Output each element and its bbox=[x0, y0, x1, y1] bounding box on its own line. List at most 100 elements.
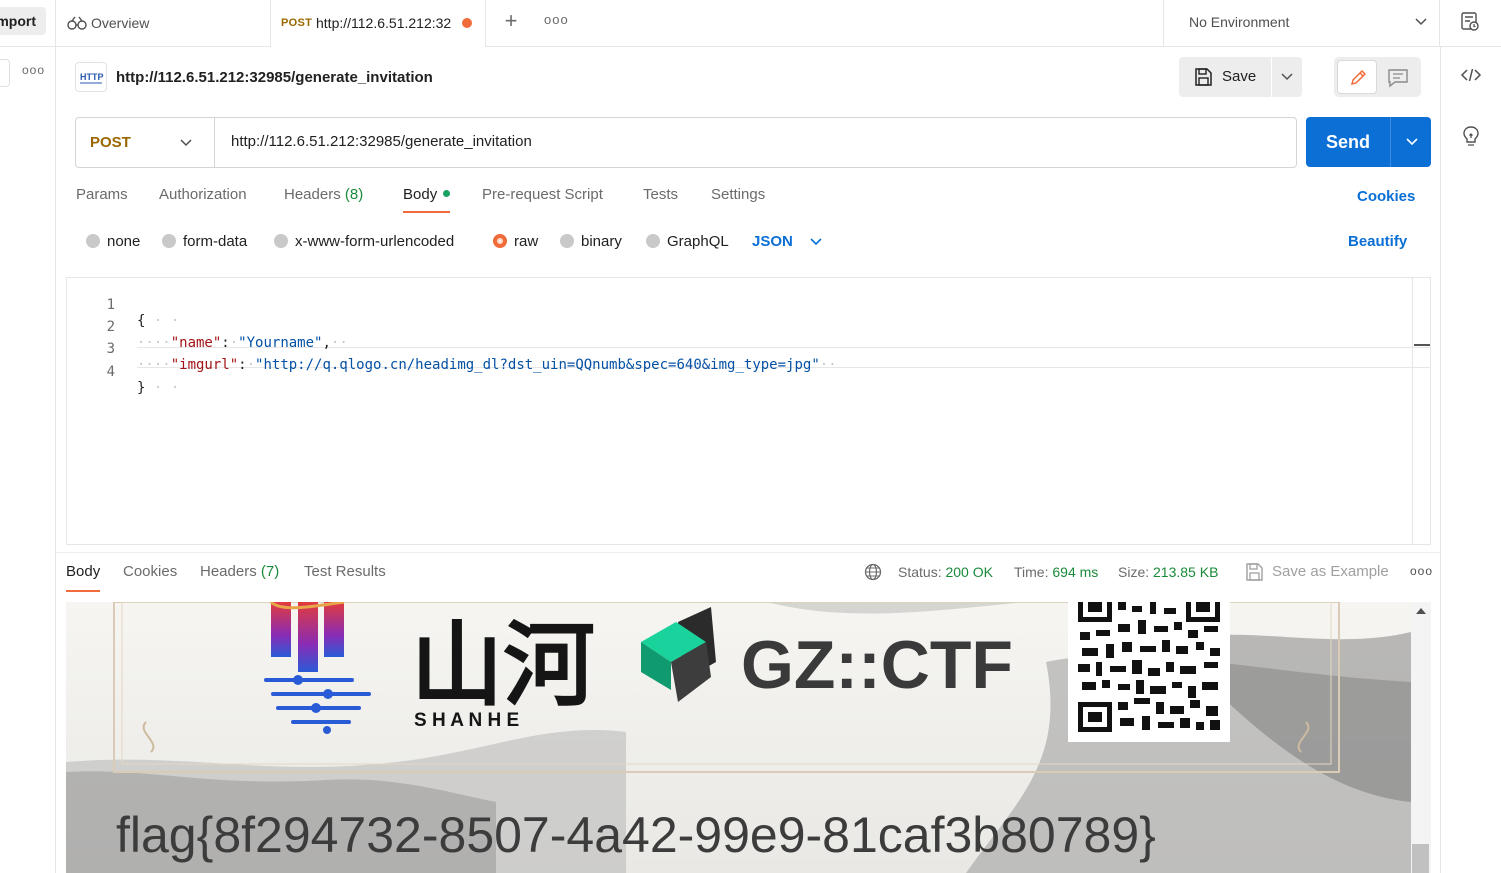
code-value-name: "Yourname" bbox=[238, 335, 323, 351]
radio-raw-label: raw bbox=[514, 233, 539, 250]
more-icon[interactable]: ooo bbox=[22, 63, 45, 77]
shanhe-chinese-text: 山河 bbox=[411, 612, 595, 719]
url-input[interactable]: http://112.6.51.212:32985/generate_invit… bbox=[231, 133, 532, 150]
http-icon: HTTP bbox=[75, 62, 107, 92]
line-number: 4 bbox=[106, 364, 115, 380]
response-time: Time: 694 ms bbox=[1014, 564, 1098, 580]
chevron-down-icon[interactable] bbox=[810, 237, 822, 247]
response-scrollbar[interactable] bbox=[1411, 602, 1431, 873]
comment-icon[interactable] bbox=[1387, 68, 1409, 88]
tab-headers[interactable]: Headers (8) bbox=[284, 186, 363, 203]
response-status: Status: 200 OK bbox=[898, 564, 993, 580]
unsaved-dot-icon bbox=[462, 18, 472, 28]
body-indicator-dot-icon bbox=[443, 190, 451, 197]
environment-select[interactable]: No Environment bbox=[1163, 0, 1440, 47]
globe-icon[interactable] bbox=[864, 563, 882, 581]
editor-scrollbar[interactable] bbox=[1412, 278, 1431, 544]
save-options-dropdown[interactable] bbox=[1272, 57, 1302, 97]
scroll-up-arrow-icon[interactable] bbox=[1416, 608, 1426, 614]
scroll-thumb[interactable] bbox=[1412, 844, 1429, 873]
tab-overview[interactable]: Overview bbox=[55, 0, 271, 47]
url-bar: POST http://112.6.51.212:32985/generate_… bbox=[75, 117, 1297, 168]
save-button[interactable]: Save bbox=[1179, 57, 1271, 97]
more-icon[interactable]: ooo bbox=[544, 12, 569, 27]
svg-text:HTTP: HTTP bbox=[80, 72, 104, 82]
response-size: Size: 213.85 KB bbox=[1118, 564, 1218, 580]
resp-tab-body[interactable]: Body bbox=[66, 563, 101, 592]
more-icon[interactable]: ooo bbox=[1410, 564, 1433, 578]
gzctf-brand-text: GZ::CTF bbox=[741, 627, 1013, 703]
import-button[interactable]: mport bbox=[0, 7, 46, 35]
radio-circle bbox=[560, 234, 574, 248]
environment-icon[interactable] bbox=[1460, 11, 1480, 33]
radio-binary-label: binary bbox=[581, 233, 622, 250]
radio-urlencoded-label: x-www-form-urlencoded bbox=[295, 233, 455, 250]
request-title[interactable]: http://112.6.51.212:32985/generate_invit… bbox=[116, 69, 433, 86]
code-line: 3 ····"imgurl":·"http://q.qlogo.cn/headi… bbox=[67, 325, 837, 373]
tab-request-active[interactable]: POST http://112.6.51.212:32 bbox=[271, 0, 486, 47]
code-icon[interactable] bbox=[1460, 67, 1482, 83]
save-label: Save bbox=[1222, 68, 1257, 85]
left-sidebar: ooo bbox=[0, 47, 56, 873]
radio-circle bbox=[86, 234, 100, 248]
status-value: 200 OK bbox=[945, 564, 993, 580]
resp-tab-headers[interactable]: Headers (7) bbox=[200, 563, 279, 580]
resp-tab-cookies[interactable]: Cookies bbox=[123, 563, 177, 580]
radio-circle-checked bbox=[493, 234, 507, 248]
tab-pre-request-script[interactable]: Pre-request Script bbox=[482, 186, 603, 203]
tab-headers-count: (8) bbox=[344, 186, 364, 203]
response-divider[interactable] bbox=[56, 552, 1440, 553]
method-select[interactable]: POST bbox=[76, 118, 215, 167]
radio-circle bbox=[274, 234, 288, 248]
tab-settings[interactable]: Settings bbox=[711, 186, 765, 203]
code-line: 4 } · · bbox=[67, 348, 180, 396]
right-sidebar bbox=[1440, 47, 1501, 873]
chevron-down-icon bbox=[1415, 18, 1427, 26]
resp-tab-cookies-label: Cookies bbox=[123, 563, 178, 580]
tab-headers-label: Headers bbox=[284, 186, 341, 203]
radio-none-label: none bbox=[107, 233, 141, 250]
beautify-button[interactable]: Beautify bbox=[1348, 233, 1407, 250]
top-tab-bar: mport Overview POST http://112.6.51.212:… bbox=[0, 0, 1501, 47]
resp-tab-test-results-label: Test Results bbox=[304, 563, 386, 580]
body-code-editor[interactable]: 1 { · · 2 ····"name":·"Yourname",·· 3 ··… bbox=[66, 277, 1431, 545]
tab-overview-label: Overview bbox=[91, 15, 150, 31]
lightbulb-icon[interactable] bbox=[1461, 125, 1481, 149]
send-options-dropdown[interactable] bbox=[1390, 117, 1431, 167]
method-label: POST bbox=[90, 134, 131, 151]
resp-tab-headers-label: Headers bbox=[200, 563, 257, 580]
resp-tab-body-label: Body bbox=[66, 563, 101, 580]
tab-tests[interactable]: Tests bbox=[643, 186, 678, 203]
flag-text: flag{8f294732-8507-4a42-99e9-81caf3b8078… bbox=[116, 807, 1156, 863]
save-icon bbox=[1195, 68, 1212, 86]
time-label: Time: bbox=[1014, 564, 1049, 580]
code-value-imgurl: "http://q.qlogo.cn/headimg_dl?dst_uin=QQ… bbox=[255, 357, 820, 373]
format-select[interactable]: JSON bbox=[752, 233, 793, 250]
resp-tab-test-results[interactable]: Test Results bbox=[304, 563, 386, 580]
edit-mode-button[interactable] bbox=[1337, 60, 1377, 94]
cookies-link[interactable]: Cookies bbox=[1357, 188, 1415, 205]
radio-graphql-label: GraphQL bbox=[667, 233, 729, 250]
editor-mode-toggle bbox=[1334, 57, 1421, 97]
resp-tab-headers-count: (7) bbox=[260, 563, 280, 580]
size-value: 213.85 KB bbox=[1153, 564, 1219, 580]
pencil-icon bbox=[1350, 69, 1367, 86]
plus-icon[interactable]: + bbox=[500, 10, 522, 32]
tab-settings-label: Settings bbox=[711, 186, 766, 203]
tab-params-label: Params bbox=[76, 186, 128, 203]
code-line: 2 ····"name":·"Yourname",·· bbox=[67, 303, 348, 351]
status-label: Status: bbox=[898, 564, 942, 580]
sidebar-search-field[interactable] bbox=[0, 59, 10, 87]
response-image: 山河 S H A N H E GZ::CTF flag{8f294732-850… bbox=[66, 602, 1411, 873]
tab-body[interactable]: Body bbox=[403, 186, 451, 213]
code-key-imgurl: "imgurl" bbox=[170, 357, 239, 373]
tab-authorization-label: Authorization bbox=[159, 186, 247, 203]
tab-method: POST bbox=[281, 17, 313, 29]
tab-params[interactable]: Params bbox=[76, 186, 128, 203]
send-button[interactable]: Send bbox=[1306, 117, 1390, 167]
tab-url: http://112.6.51.212:32 bbox=[316, 15, 452, 31]
tab-tests-label: Tests bbox=[643, 186, 679, 203]
tab-authorization[interactable]: Authorization bbox=[159, 186, 247, 203]
size-label: Size: bbox=[1118, 564, 1150, 580]
overview-icon bbox=[67, 16, 87, 30]
